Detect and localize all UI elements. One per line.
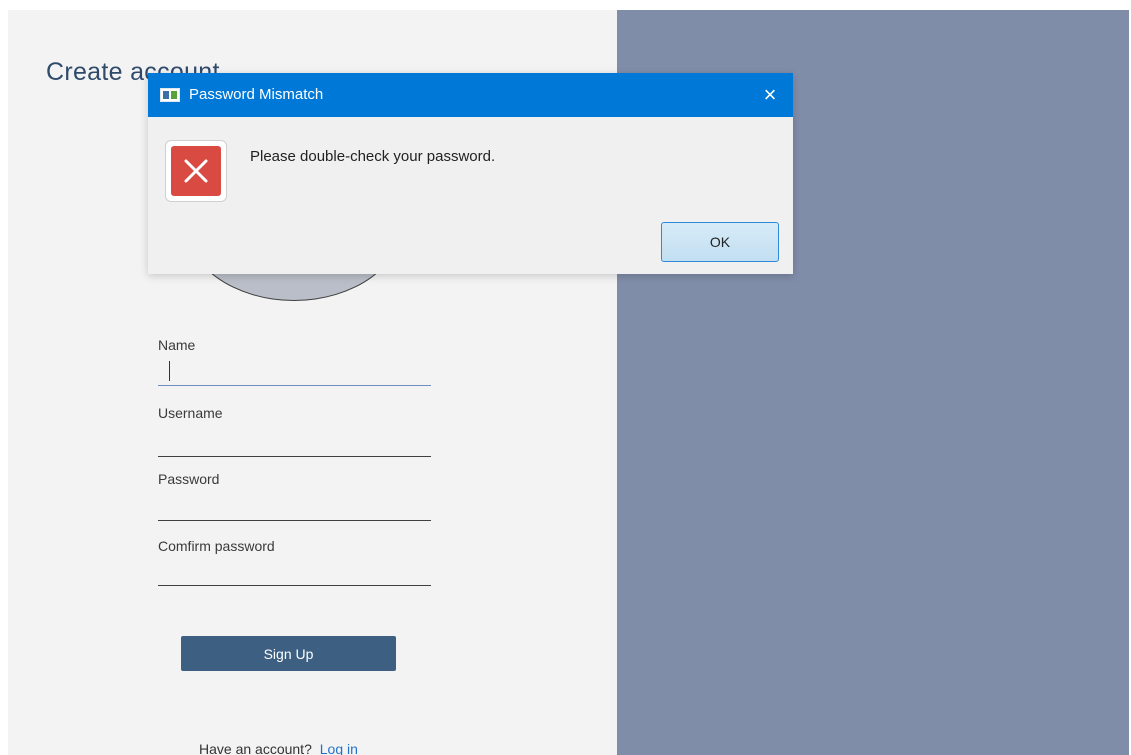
username-field[interactable] — [158, 431, 431, 457]
name-label: Name — [158, 337, 196, 353]
dialog-title: Password Mismatch — [189, 86, 324, 103]
username-label: Username — [158, 405, 223, 421]
login-prompt: Have an account? — [199, 741, 312, 755]
password-field[interactable] — [158, 495, 431, 521]
confirm-password-label: Comfirm password — [158, 538, 275, 554]
error-x-icon — [171, 146, 221, 196]
login-link[interactable]: Log in — [320, 741, 358, 755]
close-icon[interactable]: × — [747, 73, 793, 117]
password-mismatch-dialog: Password Mismatch × Please double-check … — [148, 73, 793, 274]
text-caret — [169, 361, 170, 381]
password-label: Password — [158, 471, 220, 487]
sign-up-button[interactable]: Sign Up — [181, 636, 396, 671]
dialog-titlebar[interactable]: Password Mismatch × — [148, 73, 793, 117]
dialog-message: Please double-check your password. — [250, 148, 496, 165]
login-row: Have an account? Log in — [199, 741, 358, 755]
error-icon — [165, 140, 227, 202]
ok-button[interactable]: OK — [661, 222, 779, 262]
window-app-icon — [160, 88, 180, 102]
confirm-password-field[interactable] — [158, 560, 431, 586]
name-field[interactable] — [158, 360, 431, 386]
